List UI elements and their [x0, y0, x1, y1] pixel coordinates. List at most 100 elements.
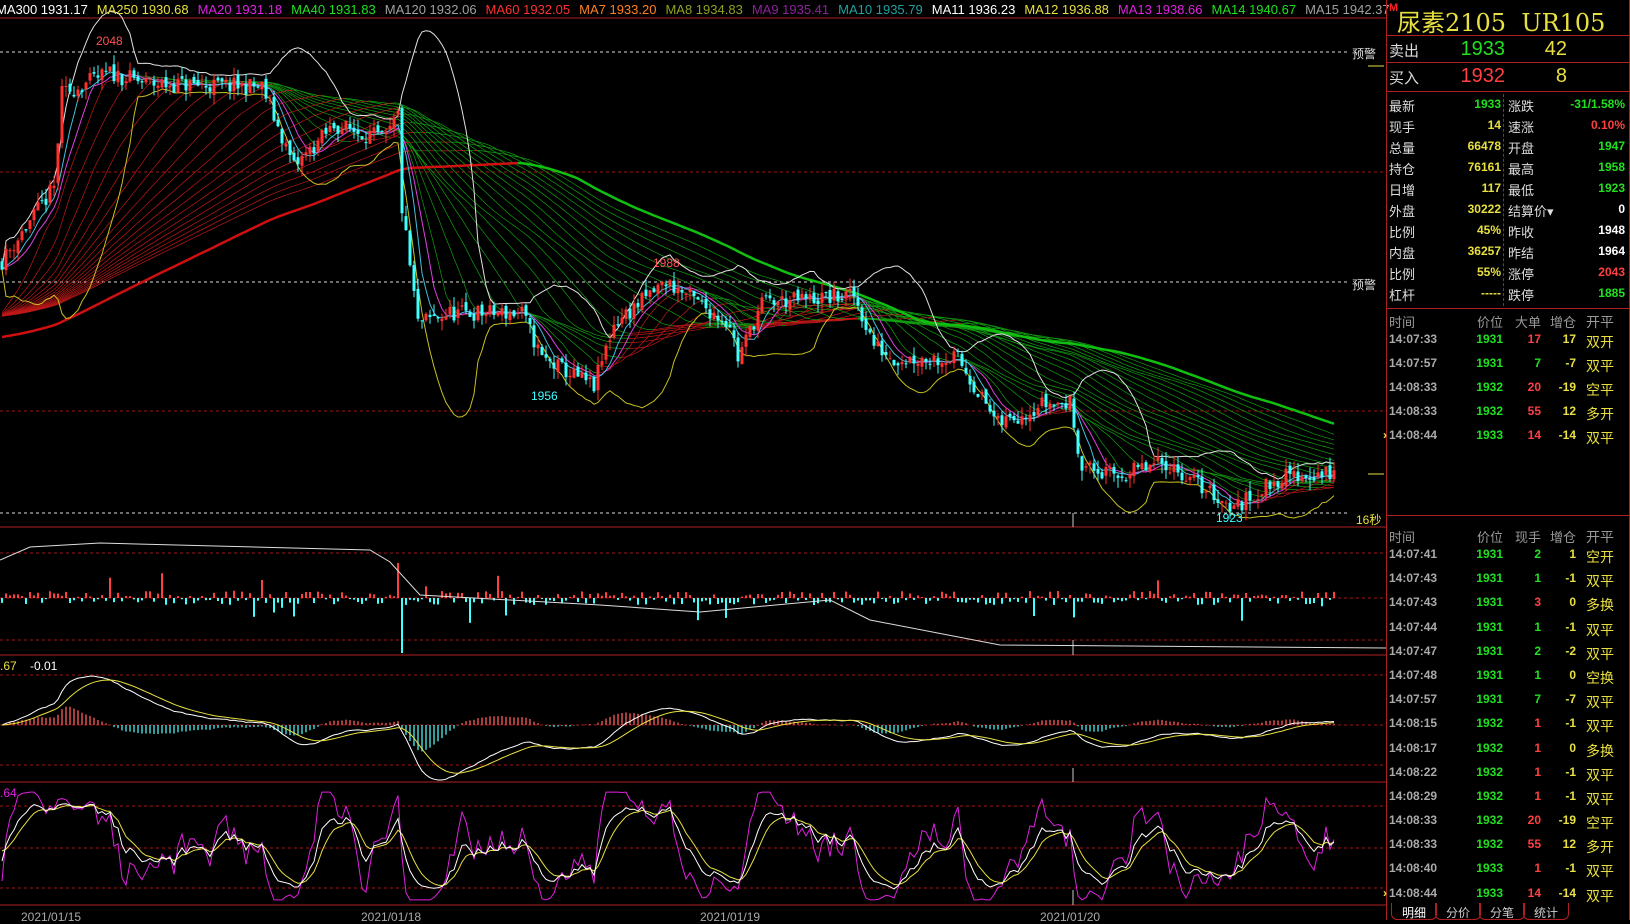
candle-body: [513, 310, 516, 316]
volume-bar: [121, 598, 123, 601]
list-item[interactable]: 14:07:4419311-1双平: [1387, 617, 1629, 641]
ma-legend-item[interactable]: MA12 1936.88: [1024, 2, 1109, 17]
volume-bar: [209, 598, 211, 600]
bid-price: 1932: [1445, 65, 1505, 88]
volume-bar: [1201, 598, 1203, 604]
list-item[interactable]: 14:08:33193220-19空平: [1387, 377, 1629, 401]
candle-body: [93, 72, 96, 74]
tab-0[interactable]: 明细: [1391, 903, 1437, 920]
list-item[interactable]: 14:07:5719317-7双平: [1387, 353, 1629, 377]
list-item[interactable]: 14:08:1519321-1双平: [1387, 713, 1629, 737]
list-item[interactable]: ›14:08:44193314-14双平: [1387, 425, 1629, 449]
candle-body: [965, 368, 968, 374]
ma-legend-item[interactable]: MA20 1931.18: [198, 2, 283, 17]
volume-bar: [305, 592, 307, 598]
ma-legend-item[interactable]: MA15 1942.37: [1305, 2, 1390, 17]
ma-legend-item[interactable]: MA60 1932.05: [486, 2, 571, 17]
volume-bar: [541, 598, 543, 599]
candle-body: [473, 314, 476, 321]
candle-body: [1253, 502, 1256, 503]
candle-body: [365, 142, 368, 143]
list-item[interactable]: 14:07:3319311717双开: [1387, 329, 1629, 353]
volume-bar: [1, 598, 3, 603]
alert-label-1[interactable]: 预警: [1352, 45, 1376, 62]
ma-legend-item[interactable]: MA14 1940.67: [1212, 2, 1297, 17]
candle-body: [269, 100, 272, 101]
candle-body: [1153, 463, 1156, 465]
volume-bar: [1021, 597, 1023, 598]
alert-label-2[interactable]: 预警: [1352, 276, 1376, 293]
tab-3[interactable]: 统计: [1523, 903, 1569, 920]
tick-oi-change: 0: [1542, 741, 1576, 755]
candle-body: [357, 130, 360, 134]
volume-bar: [837, 598, 839, 599]
list-item[interactable]: 14:08:3319325512多开: [1387, 834, 1629, 858]
ma-legend-item[interactable]: MA250 1930.68: [97, 2, 189, 17]
candle-body: [1121, 476, 1124, 478]
candle-body: [1117, 476, 1120, 478]
candle-body: [937, 358, 940, 365]
ma-legend-item[interactable]: MA300 1931.17: [0, 2, 88, 17]
volume-bar: [297, 598, 299, 604]
tick-oi-change: 0: [1542, 668, 1576, 682]
volume-bar: [1133, 591, 1135, 598]
list-item[interactable]: 14:08:17193210多换: [1387, 738, 1629, 762]
tab-2[interactable]: 分笔: [1479, 903, 1525, 920]
candle-body: [705, 299, 708, 308]
ma-legend-item[interactable]: MA120 1932.06: [385, 2, 477, 17]
volume-bar: [641, 592, 643, 598]
countdown-timer: 16秒: [1356, 511, 1381, 528]
candle-body: [81, 90, 84, 92]
tick-type: 双平: [1586, 620, 1614, 640]
list-item[interactable]: 14:08:33193220-19空平: [1387, 810, 1629, 834]
volume-bar: [349, 598, 351, 599]
list-item[interactable]: 14:07:4719312-2双平: [1387, 641, 1629, 665]
volume-bar: [245, 598, 247, 600]
list-item[interactable]: 14:07:43193130多换: [1387, 592, 1629, 616]
list-item[interactable]: 14:07:48193110空换: [1387, 665, 1629, 689]
stat-value: -----: [1437, 286, 1501, 300]
volume-bar: [489, 594, 491, 598]
tick-list[interactable]: 时间价位现手增仓开平14:07:41193121空开14:07:4319311-…: [1387, 516, 1629, 907]
stat-value: 1964: [1557, 244, 1625, 258]
volume-bar: [797, 598, 799, 600]
list-item[interactable]: 14:07:5719317-7双平: [1387, 689, 1629, 713]
ma-legend-item[interactable]: MA9 1935.41: [752, 2, 829, 17]
ma-legend-item[interactable]: MA11 1936.23: [932, 2, 1016, 17]
bollinger-lower: [2, 89, 1334, 518]
list-item[interactable]: 14:08:2219321-1双平: [1387, 762, 1629, 786]
ma-legend-item[interactable]: MA8 1934.83: [665, 2, 742, 17]
ma-ribbon-line: [294, 90, 654, 330]
ma-legend-item[interactable]: MA40 1931.83: [291, 2, 376, 17]
bid-row[interactable]: 买入 1932 8: [1387, 63, 1629, 92]
tab-1[interactable]: 分价: [1435, 903, 1481, 920]
candle-body: [797, 290, 800, 301]
volume-bar: [933, 596, 935, 598]
volume-bar: [997, 593, 999, 598]
list-item[interactable]: 14:08:2919321-1双平: [1387, 786, 1629, 810]
list-item[interactable]: 14:08:4019331-1双平: [1387, 858, 1629, 882]
candle-body: [997, 416, 1000, 418]
candle-body: [557, 359, 560, 372]
volume-bar: [401, 598, 403, 653]
list-item[interactable]: 14:07:41193121空开: [1387, 544, 1629, 568]
ma-legend-item[interactable]: MA13 1938.66: [1118, 2, 1203, 17]
list-item[interactable]: 14:07:4319311-1双平: [1387, 568, 1629, 592]
kline-chart[interactable]: [0, 0, 1386, 920]
ma-legend-item[interactable]: MA7 1933.20: [579, 2, 656, 17]
tick-oi-change: -14: [1542, 428, 1576, 442]
candle-body: [1217, 499, 1220, 503]
candle-body: [1333, 470, 1336, 479]
volume-bar: [237, 598, 239, 601]
ma-ribbon-line: [2, 96, 322, 316]
ask-row[interactable]: 卖出 1933 42: [1387, 36, 1629, 63]
candle-body: [13, 250, 16, 251]
candle-body: [1297, 472, 1300, 482]
big-order-list[interactable]: 时间价位大单增仓开平14:07:3319311717双开14:07:571931…: [1387, 309, 1629, 516]
stat-label: 外盘: [1389, 201, 1415, 220]
ma-legend-item[interactable]: MA10 1935.79: [838, 2, 923, 17]
candle-body: [213, 80, 216, 95]
list-item[interactable]: 14:08:3319325512多开: [1387, 401, 1629, 425]
volume-bar: [969, 598, 971, 600]
candle-body: [265, 79, 268, 99]
